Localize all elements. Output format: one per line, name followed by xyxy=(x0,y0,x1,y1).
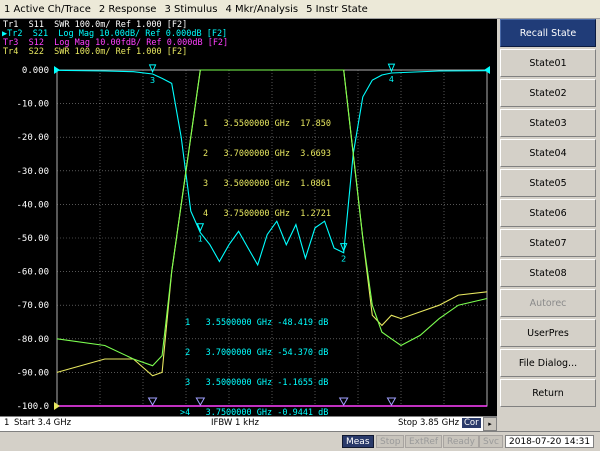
marker-table-swr: 1 3.5500000 GHz 17.850 2 3.7000000 GHz 3… xyxy=(203,99,331,239)
y-tick-label: -90.00 xyxy=(16,368,49,378)
correction-badge: Cor xyxy=(462,418,481,428)
marker-row: 1 3.5500000 GHz 17.850 xyxy=(203,119,331,129)
channel-number: 1 xyxy=(4,418,10,428)
state08-button[interactable]: State08 xyxy=(500,259,596,287)
marker-row: 2 3.7000000 GHz -54.370 dB xyxy=(180,348,329,358)
marker-row: 3 3.5000000 GHz 1.0861 xyxy=(203,179,331,189)
state04-button[interactable]: State04 xyxy=(500,139,596,167)
marker-2-label: 2 xyxy=(341,255,346,264)
stop-frequency[interactable]: Stop 3.85 GHz xyxy=(398,418,459,428)
instrument-status-bar: Meas Stop ExtRef Ready Svc 2018-07-20 14… xyxy=(0,431,600,451)
marker-row: 3 3.5000000 GHz -1.1655 dB xyxy=(180,378,329,388)
stop-status: Stop xyxy=(376,435,405,448)
y-tick-label: -10.00 xyxy=(16,100,49,110)
svc-status: Svc xyxy=(479,435,503,448)
state02-button[interactable]: State02 xyxy=(500,79,596,107)
stimulus-marker-3-icon xyxy=(147,397,158,407)
menu-bar: 1 Active Ch/Trace 2 Response 3 Stimulus … xyxy=(0,0,600,19)
measurement-plot[interactable]: 0.000 -10.00 -20.00 -30.00 -40.00 -50.00 -60.0… xyxy=(0,19,497,418)
y-tick-label: -20.00 xyxy=(16,133,49,143)
state07-button[interactable]: State07 xyxy=(500,229,596,257)
marker-2-icon xyxy=(339,243,348,252)
meas-status: Meas xyxy=(342,435,374,448)
trace-legend-tr4[interactable]: Tr4 S22 SWR 100.0m/ Ref 1.000 [F2] xyxy=(3,48,187,57)
y-tick-label: -100.0 xyxy=(16,402,49,412)
extref-status: ExtRef xyxy=(405,435,443,448)
marker-row: 2 3.7000000 GHz 3.6693 xyxy=(203,149,331,159)
return-button[interactable]: Return xyxy=(500,379,596,407)
y-tick-label: -50.00 xyxy=(16,234,49,244)
marker-3-icon xyxy=(148,64,157,74)
menu-active-ch-trace[interactable]: 1 Active Ch/Trace xyxy=(0,4,95,15)
marker-4-label: 4 xyxy=(389,75,394,84)
channel-status-bar: 1 Start 3.4 GHz IFBW 1 kHz Stop 3.85 GHz… xyxy=(0,416,497,431)
menu-mkr-analysis[interactable]: 4 Mkr/Analysis xyxy=(221,4,302,15)
marker-row: 4 3.7500000 GHz 1.2721 xyxy=(203,209,331,219)
menu-stimulus[interactable]: 3 Stimulus xyxy=(160,4,221,15)
ifbw-setting[interactable]: IFBW 1 kHz xyxy=(211,418,259,428)
recall-state-title[interactable]: Recall State xyxy=(500,19,596,47)
softkey-panel: Recall State State01 State02 State03 Sta… xyxy=(498,19,600,431)
menu-response[interactable]: 2 Response xyxy=(95,4,161,15)
marker-row: 1 3.5500000 GHz -48.419 dB xyxy=(180,318,329,328)
date-time: 2018-07-20 14:31 xyxy=(505,435,595,448)
ready-status: Ready xyxy=(443,435,479,448)
autorec-button[interactable]: Autorec xyxy=(500,289,596,317)
state06-button[interactable]: State06 xyxy=(500,199,596,227)
state05-button[interactable]: State05 xyxy=(500,169,596,197)
state03-button[interactable]: State03 xyxy=(500,109,596,137)
y-tick-label: -40.00 xyxy=(16,200,49,210)
userpres-button[interactable]: UserPres xyxy=(500,319,596,347)
scroll-right-icon[interactable]: ▸ xyxy=(483,417,497,431)
y-tick-label: 0.000 xyxy=(22,66,49,76)
stimulus-marker-2-icon xyxy=(338,397,349,407)
start-frequency[interactable]: Start 3.4 GHz xyxy=(14,418,71,428)
y-tick-label: -60.00 xyxy=(16,268,49,278)
y-tick-label: -80.00 xyxy=(16,335,49,345)
y-tick-label: -70.00 xyxy=(16,301,49,311)
stimulus-marker-4-icon xyxy=(386,397,397,407)
file-dialog-button[interactable]: File Dialog... xyxy=(500,349,596,377)
state01-button[interactable]: State01 xyxy=(500,49,596,77)
marker-3-label: 3 xyxy=(150,76,155,85)
y-tick-label: -30.00 xyxy=(16,167,49,177)
menu-instr-state[interactable]: 5 Instr State xyxy=(302,4,372,15)
